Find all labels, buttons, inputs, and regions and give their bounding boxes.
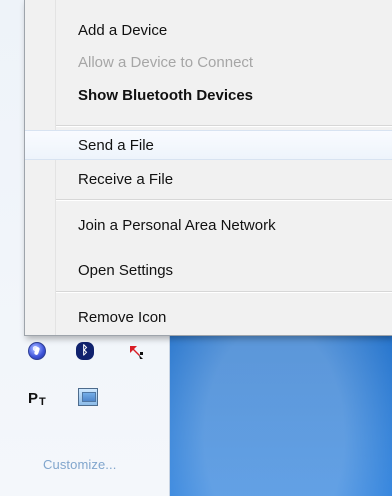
monitor-icon[interactable] bbox=[78, 388, 98, 406]
menu-separator bbox=[56, 199, 392, 201]
customize-link[interactable]: Customize... bbox=[43, 457, 116, 472]
menu-item-label: Send a File bbox=[78, 136, 154, 154]
menu-item-open-settings[interactable]: Open Settings bbox=[25, 255, 392, 285]
menu-item-show-bluetooth-devices[interactable]: Show Bluetooth Devices bbox=[25, 80, 392, 110]
menu-separator bbox=[56, 291, 392, 293]
menu-item-label: Show Bluetooth Devices bbox=[78, 86, 254, 104]
menu-item-label: Receive a File bbox=[78, 170, 174, 188]
menu-item-receive-a-file[interactable]: Receive a File bbox=[25, 164, 392, 194]
menu-item-label: Allow a Device to Connect bbox=[78, 53, 254, 71]
menu-item-label: Join a Personal Area Network bbox=[78, 216, 276, 234]
menu-item-remove-icon[interactable]: Remove Icon bbox=[25, 302, 392, 332]
menu-item-label: Add a Device bbox=[78, 21, 168, 39]
menu-item-allow-a-device-to-connect[interactable]: Allow a Device to Connect bbox=[25, 47, 392, 77]
bluetooth-glyph: ᛒ bbox=[81, 343, 89, 357]
power-icon[interactable] bbox=[28, 342, 46, 360]
menu-item-label: Remove Icon bbox=[78, 308, 167, 326]
desktop-screen: ᛒ PT Customize... Add a Device Allow a D… bbox=[0, 0, 392, 496]
menu-item-label: Open Settings bbox=[78, 261, 174, 279]
arrow-icon[interactable] bbox=[128, 344, 146, 360]
bluetooth-icon[interactable]: ᛒ bbox=[76, 342, 94, 360]
pt-main-label: P bbox=[28, 389, 39, 407]
pt-icon[interactable]: PT bbox=[28, 387, 52, 409]
arrow-svg bbox=[130, 346, 143, 359]
menu-item-join-a-personal-area-network[interactable]: Join a Personal Area Network bbox=[25, 210, 392, 240]
menu-item-add-a-device[interactable]: Add a Device bbox=[25, 15, 392, 45]
bluetooth-context-menu: Add a Device Allow a Device to Connect S… bbox=[24, 0, 392, 336]
menu-item-send-a-file[interactable]: Send a File bbox=[25, 130, 392, 160]
pt-sub-label: T bbox=[39, 395, 46, 408]
tray-icons: ᛒ PT bbox=[0, 342, 170, 468]
menu-separator bbox=[56, 125, 392, 127]
